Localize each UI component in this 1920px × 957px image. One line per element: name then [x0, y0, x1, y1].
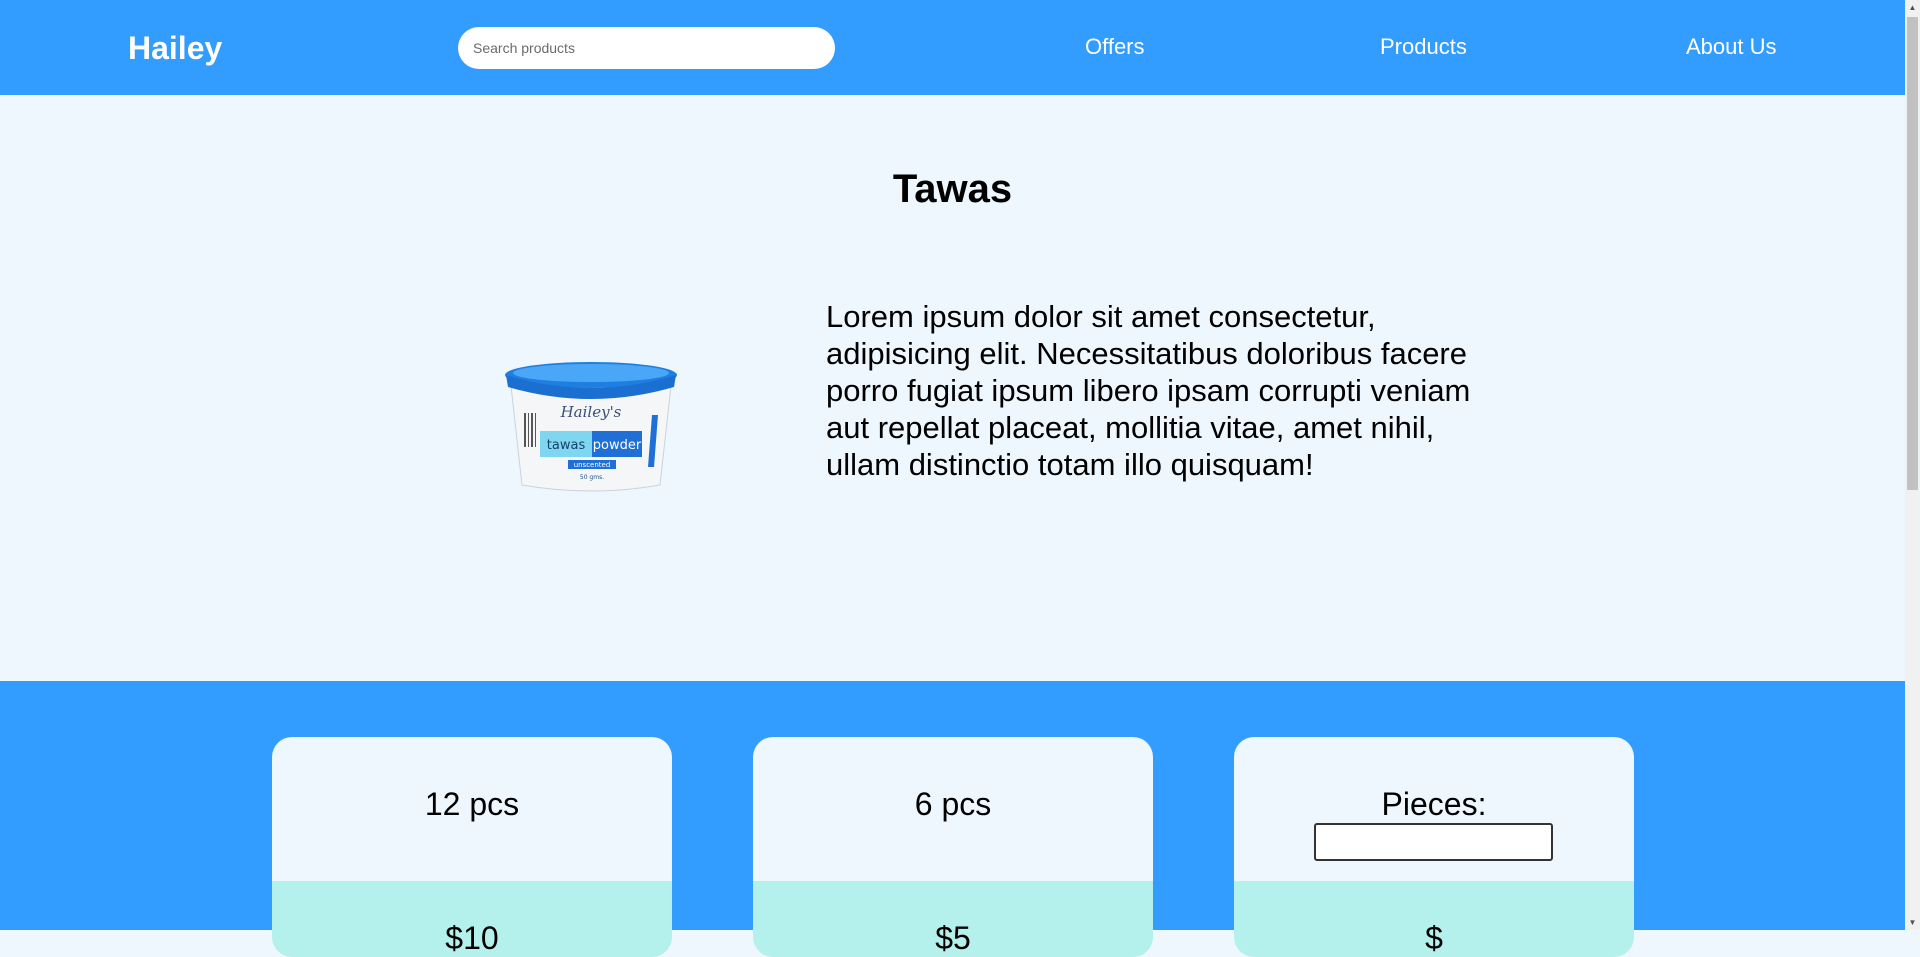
card-quantity-label: 6 pcs — [914, 786, 992, 822]
search-input[interactable] — [458, 27, 835, 69]
image-brand-text: Hailey's — [560, 403, 622, 421]
card-header: 6 pcs — [753, 737, 1153, 881]
nav-offers[interactable]: Offers — [1085, 33, 1145, 61]
page-scrollbar[interactable]: ▲ ▼ — [1905, 0, 1920, 930]
card-price: $5 — [935, 920, 971, 956]
product-title: Tawas — [892, 167, 1013, 211]
card-header: 12 pcs — [272, 737, 672, 881]
image-word-powder: powder — [593, 438, 642, 453]
nav-products[interactable]: Products — [1380, 33, 1467, 61]
product-image: Hailey's tawas powder unscented 50 gms. — [505, 362, 677, 492]
pricing-section: 12 pcs $10 6 pcs $5 Pieces: $ — [0, 681, 1905, 957]
scroll-up-icon[interactable]: ▲ — [1905, 0, 1920, 15]
card-header: Pieces: — [1234, 737, 1634, 881]
card-price-band: $10 — [272, 881, 672, 957]
image-weight-text: 50 gms. — [580, 474, 604, 481]
card-price: $10 — [445, 920, 499, 956]
product-description: Lorem ipsum dolor sit amet consectetur, … — [826, 299, 1471, 482]
pieces-input[interactable] — [1314, 823, 1553, 861]
brand-logo[interactable]: Hailey — [128, 28, 222, 68]
scroll-down-icon[interactable]: ▼ — [1905, 915, 1920, 930]
image-variant-text: unscented — [574, 461, 611, 469]
price-card-custom: Pieces: $ — [1234, 737, 1634, 957]
top-navbar: Hailey Offers Products About Us — [0, 0, 1905, 95]
card-price-band: $ — [1234, 881, 1634, 957]
price-card-12pcs[interactable]: 12 pcs $10 — [272, 737, 672, 957]
price-card-6pcs[interactable]: 6 pcs $5 — [753, 737, 1153, 957]
card-quantity-label: 12 pcs — [424, 786, 520, 822]
card-price-band: $5 — [753, 881, 1153, 957]
nav-about-us[interactable]: About Us — [1686, 33, 1777, 61]
product-hero: Tawas Hailey's tawas powder unscented 50… — [0, 95, 1905, 681]
scroll-thumb[interactable] — [1907, 17, 1918, 490]
pieces-label: Pieces: — [1381, 786, 1487, 822]
image-word-tawas: tawas — [547, 438, 586, 453]
card-price: $ — [1425, 920, 1443, 956]
